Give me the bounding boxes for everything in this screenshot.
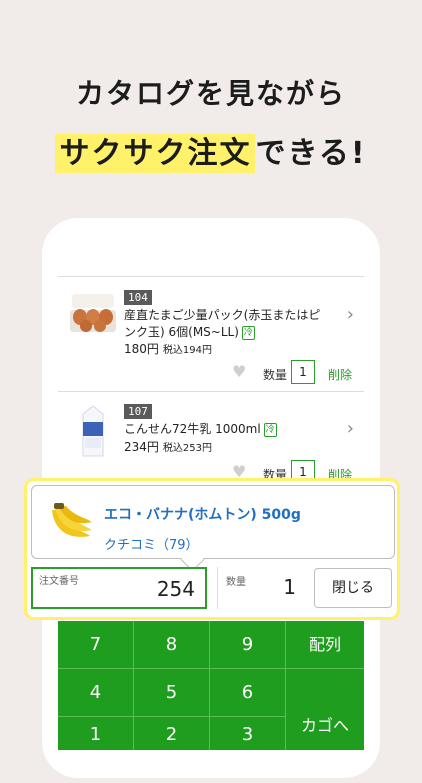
item-price: 180円 税込194円 [124, 342, 212, 356]
chevron-right-icon[interactable]: › [347, 418, 354, 439]
qty-input[interactable]: 1 [291, 360, 315, 384]
popup-review-link[interactable]: クチコミ（79） [104, 534, 199, 553]
order-number-label: 注文番号 [39, 576, 79, 587]
key-9[interactable]: 9 [210, 621, 286, 669]
banana-image [52, 503, 92, 537]
key-8[interactable]: 8 [134, 621, 210, 669]
key-4[interactable]: 4 [58, 669, 134, 717]
popup-qty-label: 数量 [226, 577, 246, 588]
key-add-to-cart[interactable]: カゴへ [286, 669, 364, 750]
item-price: 234円 税込253円 [124, 440, 212, 454]
delete-button[interactable]: 削除 [328, 366, 352, 383]
headline-line1: カタログを見ながら [75, 77, 346, 110]
divider [58, 276, 364, 277]
key-5[interactable]: 5 [134, 669, 210, 717]
key-1[interactable]: 1 [58, 717, 134, 750]
item-number: 104 [124, 290, 152, 305]
close-button[interactable]: 閉じる [314, 568, 392, 608]
key-6[interactable]: 6 [210, 669, 286, 717]
headline-highlight: サクサク注文 [55, 134, 256, 173]
item-name: 産直たまご少量パック(赤玉またはピンク玉) 6個(MS~LL) 冷 [124, 308, 321, 340]
key-3[interactable]: 3 [210, 717, 286, 750]
key-sort[interactable]: 配列 [286, 621, 364, 669]
order-number-input[interactable]: 注文番号 254 [31, 567, 207, 609]
order-number-value: 254 [156, 577, 195, 601]
popup-product-name[interactable]: エコ・バナナ(ホムトン) 500g [104, 504, 301, 524]
qty-label: 数量 [263, 368, 288, 382]
list-item[interactable]: 104 産直たまご少量パック(赤玉またはピンク玉) 6個(MS~LL) 冷 180… [58, 290, 364, 390]
milk-carton-icon [82, 405, 104, 457]
item-number: 107 [124, 404, 152, 419]
divider [58, 391, 364, 392]
cold-badge: 冷 [241, 326, 255, 340]
numeric-keypad: 7 8 9 配列 4 5 6 カゴへ 1 2 3 [58, 621, 364, 750]
popup-qty-field[interactable]: 数量 1 [217, 567, 308, 609]
product-popup: エコ・バナナ(ホムトン) 500g クチコミ（79） 注文番号 254 数量 1… [24, 478, 400, 620]
product-card[interactable]: エコ・バナナ(ホムトン) 500g クチコミ（79） [31, 485, 395, 559]
headline-line2: サクサク注文 できる! [0, 128, 422, 173]
headline-rest: できる! [255, 136, 367, 171]
list-item[interactable]: 107 こんせん72牛乳 1000ml 冷 234円 税込253円 › ♥ 数量 1… [58, 404, 364, 484]
cold-badge: 冷 [263, 423, 277, 437]
key-2[interactable]: 2 [134, 717, 210, 750]
key-7[interactable]: 7 [58, 621, 134, 669]
chevron-right-icon[interactable]: › [347, 304, 354, 325]
item-name: こんせん72牛乳 1000ml 冷 [124, 422, 277, 437]
egg-pack-icon [70, 294, 116, 332]
popup-qty-value: 1 [283, 575, 296, 599]
heart-icon[interactable]: ♥ [232, 362, 246, 381]
